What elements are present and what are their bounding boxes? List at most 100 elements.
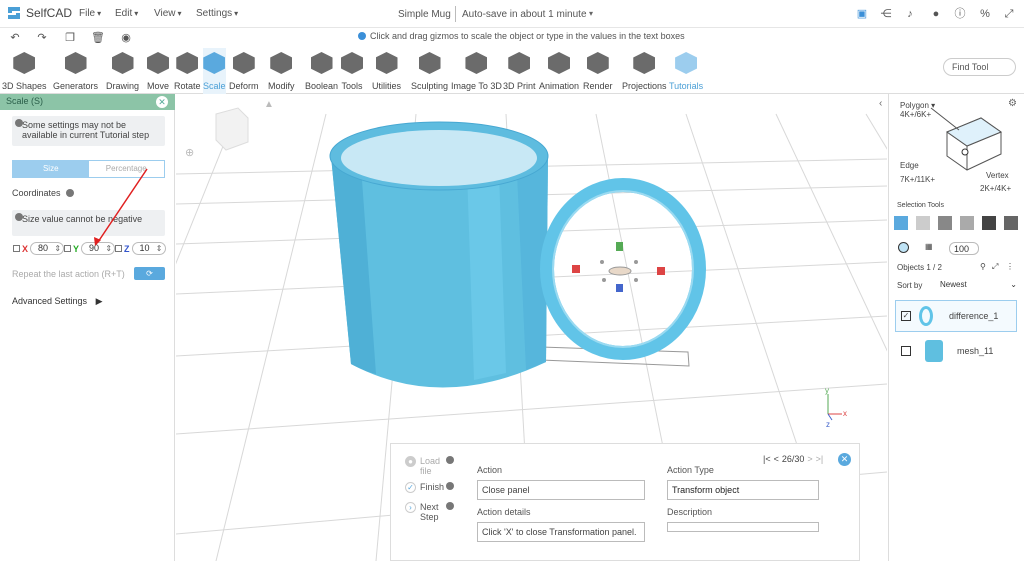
color-swatch[interactable] [898, 242, 909, 253]
generator-icon [64, 52, 87, 74]
tool-scale[interactable]: Scale [203, 48, 226, 94]
mug-body[interactable] [329, 121, 549, 388]
bell-icon[interactable]: ♪ [903, 7, 917, 21]
share-icon[interactable]: ⋲ [879, 7, 893, 21]
select-cube-icon[interactable] [894, 216, 908, 230]
action-field: Close panel [477, 480, 645, 500]
info-icon[interactable] [446, 482, 454, 490]
user-icon[interactable]: ● [929, 7, 943, 21]
close-tutorial-button[interactable]: ✕ [838, 453, 851, 466]
vertex-count: 2K+/4K+ [980, 184, 1012, 193]
select-paint-icon[interactable] [982, 216, 996, 230]
sort-by-label: Sort by [897, 281, 923, 290]
selection-tools-label: Selection Tools [897, 202, 944, 209]
hint-text: Click and drag gizmos to scale the objec… [370, 31, 685, 41]
tool-boolean[interactable]: Boolean [305, 48, 338, 94]
ring-thumbnail-icon [919, 306, 933, 326]
cube-icon [13, 52, 36, 74]
find-tool-input[interactable]: Find Tool [943, 58, 1016, 76]
light-icon[interactable]: ▲ [264, 99, 274, 110]
next-step-icon[interactable]: > [807, 454, 812, 464]
scale-gizmo[interactable] [572, 242, 665, 292]
menu-file[interactable]: File [79, 8, 101, 19]
objects-count: Objects 1 / 2 [897, 263, 942, 272]
edge-count: 7K+/11K+ [900, 175, 935, 184]
menu-view[interactable]: View [154, 8, 182, 19]
percent-icon[interactable]: % [978, 7, 992, 21]
tool-sculpting[interactable]: Sculpting [411, 48, 448, 94]
boolean-icon [310, 52, 333, 74]
expand-icon[interactable]: ⤢ [992, 262, 998, 272]
tool-render[interactable]: Render [583, 48, 613, 94]
tool-animation[interactable]: Animation [539, 48, 579, 94]
compass-icon[interactable]: ⊕ [185, 147, 194, 159]
prev-step-icon[interactable]: < [774, 454, 779, 464]
tool-modify[interactable]: Modify [268, 48, 295, 94]
last-step-icon[interactable]: >| [816, 454, 824, 464]
action-type-label: Action Type [667, 465, 714, 475]
description-field [667, 522, 819, 532]
tutorial-panel: ● Load file ✓ Finish › Next Step Action … [390, 443, 860, 561]
tool-drawing[interactable]: Drawing [106, 48, 139, 94]
selection-mode-cube[interactable] [929, 102, 1019, 182]
step-load-file: ● Load file [405, 456, 454, 476]
sort-select[interactable]: Newest ⌄ [939, 279, 1017, 292]
texture-icon[interactable]: ▦ [925, 242, 933, 251]
info-icon[interactable]: ⓘ [953, 7, 967, 21]
first-step-icon[interactable]: |< [763, 454, 771, 464]
step-next[interactable]: › Next Step [405, 502, 454, 522]
object-name: difference_1 [949, 311, 999, 321]
object-row-difference[interactable]: ✓ difference_1 [897, 301, 1017, 331]
delete-icon[interactable]: 🗑 [91, 31, 105, 45]
object-row-mesh[interactable]: mesh_11 [897, 336, 1017, 366]
printer-icon [508, 52, 531, 74]
tool-move[interactable]: Move [147, 48, 169, 94]
right-panel: ‹ ⚙ Polygon ▾ 4K+/6K+ Edge 7K+/11K+ Vert… [879, 94, 1024, 561]
chevron-down-icon[interactable]: ▾ [589, 9, 593, 18]
object-checkbox[interactable]: ✓ [901, 311, 911, 321]
selection-tools-row [894, 216, 1018, 230]
tool-rotate[interactable]: Rotate [174, 48, 201, 94]
view-cube-widget[interactable] [215, 107, 249, 151]
more-icon[interactable]: ⋮ [1006, 262, 1014, 271]
edge-mode-label[interactable]: Edge [900, 161, 919, 170]
tool-3d-print[interactable]: 3D Print [503, 48, 536, 94]
tool-utilities[interactable]: Utilities [372, 48, 401, 94]
copy-icon[interactable]: ❐ [63, 31, 77, 45]
search-icon[interactable]: ⚲ [980, 262, 986, 271]
selfcad-logo[interactable]: SelfCAD [6, 5, 72, 21]
select-faces-icon[interactable] [938, 216, 952, 230]
select-box-icon[interactable] [960, 216, 974, 230]
tool-3d-shapes[interactable]: 3D Shapes [2, 48, 47, 94]
select-grid-icon[interactable] [916, 216, 930, 230]
tool-image-to-3d[interactable]: Image To 3D [451, 48, 502, 94]
main-toolbar: 3D Shapes Generators Drawing Move Rotate… [0, 48, 1024, 94]
tool-projections[interactable]: Projections [622, 48, 667, 94]
select-cube-dark-icon[interactable] [1004, 216, 1018, 230]
chevron-down-icon: ⌄ [1010, 280, 1017, 289]
collapse-panel-icon[interactable]: ‹ [879, 98, 882, 109]
vertex-mode-label[interactable]: Vertex [986, 171, 1009, 180]
tool-deform[interactable]: Deform [229, 48, 259, 94]
object-checkbox[interactable] [901, 346, 911, 356]
opacity-input[interactable]: 100 [949, 242, 979, 255]
info-icon[interactable] [446, 456, 454, 464]
menu-edit[interactable]: Edit [115, 8, 138, 19]
document-title[interactable]: Simple Mug [398, 9, 451, 20]
scale-icon [203, 52, 226, 74]
undo-icon[interactable]: ↶ [8, 31, 22, 45]
fullscreen-icon[interactable]: ⤢ [1002, 7, 1016, 21]
tool-generators[interactable]: Generators [53, 48, 98, 94]
action-details-label: Action details [477, 507, 531, 517]
camera-icon[interactable]: ◉ [119, 31, 133, 45]
save-icon[interactable]: ▣ [855, 7, 869, 21]
description-label: Description [667, 507, 713, 517]
check-icon: ✓ [405, 482, 416, 493]
tool-tools[interactable]: Tools [341, 48, 363, 94]
redo-icon[interactable]: ↷ [35, 31, 49, 45]
tool-tutorials[interactable]: Tutorials [669, 48, 703, 94]
step-progress: 26/30 [781, 454, 805, 464]
menu-settings[interactable]: Settings [196, 8, 238, 19]
user-icon: ● [405, 456, 416, 467]
info-icon[interactable] [446, 502, 454, 510]
